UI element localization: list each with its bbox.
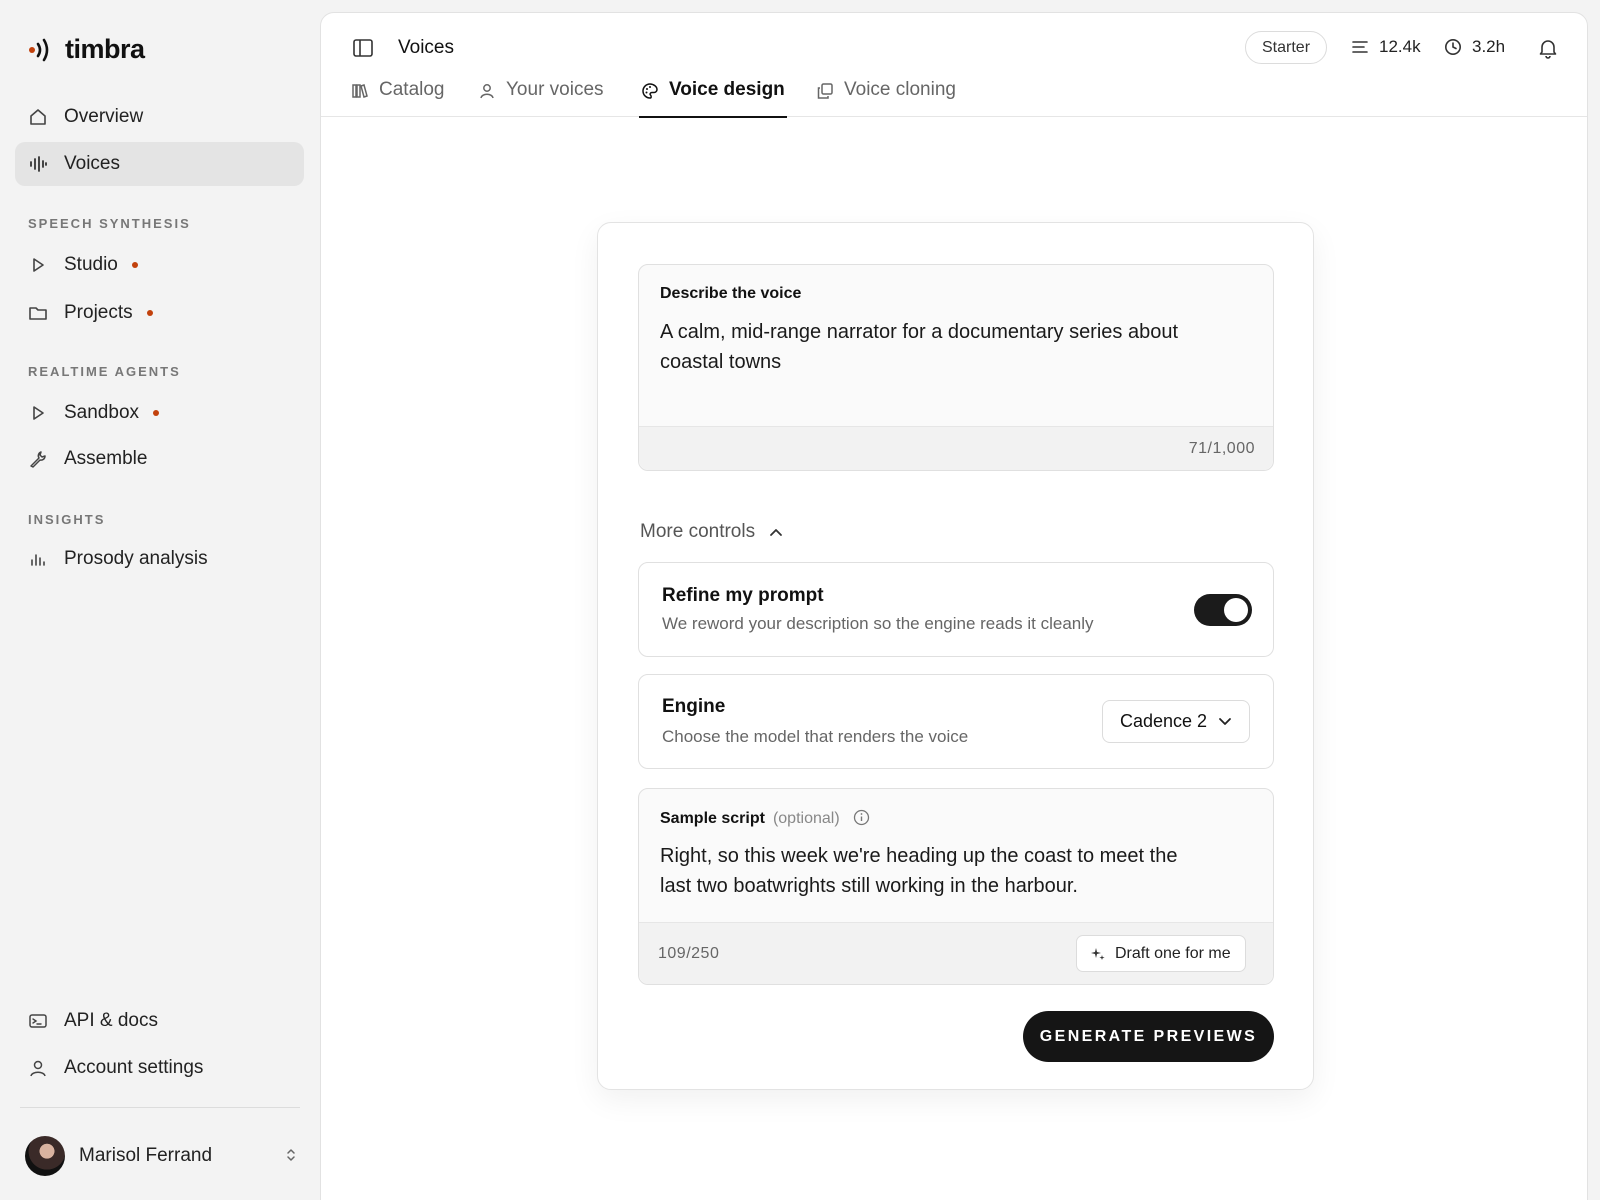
home-icon [28, 107, 48, 127]
user-name: Marisol Ferrand [79, 1145, 213, 1166]
user-icon [480, 84, 494, 99]
sidebar-item-assemble[interactable]: Assemble [15, 437, 304, 481]
optional-hint: (optional) [772, 810, 840, 827]
sidebar-item-label: Prosody analysis [64, 548, 208, 569]
sidebar-item-label: Voices [64, 153, 120, 174]
page-title: Voices [398, 37, 454, 58]
tab-label: Voice cloning [844, 79, 956, 100]
refine-prompt-title: Refine my prompt [662, 585, 824, 606]
more-controls-label: More controls [640, 521, 756, 542]
chevron-down-icon [1219, 717, 1231, 725]
sidebar-item-account-settings[interactable]: Account settings [15, 1046, 304, 1090]
library-icon [352, 84, 368, 98]
folder-icon [28, 303, 48, 323]
info-icon[interactable] [853, 809, 870, 826]
hours-value: 3.2h [1472, 37, 1506, 56]
new-dot-badge [153, 410, 160, 416]
sidebar-item-prosody-analysis[interactable]: Prosody analysis [15, 537, 304, 581]
describe-voice-label: Describe the voice [660, 285, 802, 302]
avatar [25, 1136, 65, 1176]
describe-voice-input[interactable]: A calm, mid-range narrator for a documen… [660, 317, 1213, 377]
sample-script-field: Sample script (optional) Right, so this w… [638, 788, 1274, 985]
engine-select[interactable]: Cadence 2 [1102, 700, 1250, 743]
main-panel: Voices Starter 12.4k 3.2h Catalog Your v… [320, 12, 1588, 1200]
sidebar-item-voices[interactable]: Voices [15, 142, 304, 186]
sidebar-item-label: Account settings [64, 1057, 204, 1078]
sidebar-item-label: Assemble [64, 448, 148, 469]
brand-logo-icon [29, 38, 49, 61]
describe-voice-footer: 71/1,000 [639, 426, 1273, 470]
refine-prompt-toggle[interactable] [1194, 594, 1252, 626]
brand-name: timbra [65, 34, 145, 64]
bar-chart-icon [28, 549, 48, 569]
engine-row: Engine Choose the model that renders the… [638, 674, 1274, 769]
hours-stat[interactable]: 3.2h [1444, 37, 1505, 57]
plan-badge[interactable]: Starter [1245, 31, 1328, 64]
characters-stat[interactable]: 12.4k [1351, 37, 1421, 57]
play-icon [28, 403, 48, 423]
describe-voice-field[interactable]: Describe the voice A calm, mid-range nar… [638, 264, 1274, 471]
app-window: timbra Overview Voices SPEECH SYNTHESIS … [0, 0, 1600, 1200]
brand[interactable]: timbra [27, 34, 145, 65]
sidebar-item-label: Studio [64, 254, 118, 275]
sample-script-input[interactable]: Right, so this week we're heading up the… [660, 841, 1213, 901]
section-label-insights: INSIGHTS [28, 512, 106, 527]
play-icon [28, 255, 48, 275]
draft-one-for-me-button[interactable]: Draft one for me [1076, 935, 1246, 972]
sidebar-item-projects[interactable]: Projects [15, 291, 304, 335]
user-menu[interactable]: Marisol Ferrand [25, 1136, 297, 1176]
refine-prompt-row: Refine my prompt We reword your descript… [638, 562, 1274, 657]
tab-your-voices[interactable]: Your voices [478, 77, 604, 118]
voice-design-card: Describe the voice A calm, mid-range nar… [597, 222, 1314, 1090]
generate-previews-button[interactable]: GENERATE PREVIEWS [1023, 1011, 1274, 1062]
tab-label: Your voices [506, 79, 604, 100]
sidebar-item-studio[interactable]: Studio [15, 243, 304, 287]
user-icon [28, 1058, 48, 1078]
toggle-knob [1224, 598, 1248, 622]
sidebar-item-label: API & docs [64, 1010, 158, 1031]
bell-icon[interactable] [1537, 37, 1559, 59]
tab-voice-design[interactable]: Voice design [639, 77, 787, 118]
sidebar-toggle-icon[interactable] [352, 37, 374, 59]
more-controls-toggle[interactable]: More controls [640, 521, 783, 543]
sidebar-item-sandbox[interactable]: Sandbox [15, 391, 304, 435]
copy-icon [817, 83, 833, 99]
characters-value: 12.4k [1379, 37, 1421, 56]
wrench-icon [28, 449, 48, 469]
sidebar-item-label: Sandbox [64, 402, 140, 423]
text-lines-icon [1352, 41, 1368, 53]
tab-catalog[interactable]: Catalog [351, 77, 445, 118]
sample-script-footer: 109/250 Draft one for me [639, 922, 1273, 984]
section-label-speech-synthesis: SPEECH SYNTHESIS [28, 216, 191, 231]
sidebar-item-overview[interactable]: Overview [15, 95, 304, 139]
palette-icon [642, 83, 658, 99]
engine-title: Engine [662, 696, 726, 717]
sidebar-item-label: Projects [64, 302, 133, 323]
sample-char-counter: 109/250 [658, 945, 720, 962]
sidebar-item-api-docs[interactable]: API & docs [15, 999, 304, 1043]
new-dot-badge [131, 262, 138, 268]
describe-char-counter: 71/1,000 [1188, 440, 1255, 457]
section-label-realtime-agents: REALTIME AGENTS [28, 364, 181, 379]
chevron-up-down-icon [285, 1147, 297, 1166]
new-dot-badge [146, 310, 153, 316]
engine-selected-value: Cadence 2 [1120, 711, 1208, 731]
terminal-icon [28, 1011, 48, 1031]
sidebar: timbra Overview Voices SPEECH SYNTHESIS … [0, 0, 320, 1200]
tab-label: Voice design [669, 79, 785, 100]
sidebar-divider [20, 1107, 300, 1108]
chevron-up-icon [770, 529, 783, 536]
sample-script-label: Sample script [660, 810, 765, 827]
engine-description: Choose the model that renders the voice [662, 727, 969, 746]
tab-voice-cloning[interactable]: Voice cloning [816, 77, 956, 118]
waveform-icon [28, 154, 48, 174]
refine-prompt-description: We reword your description so the engine… [662, 614, 1094, 633]
clock-icon [1445, 39, 1461, 55]
tab-label: Catalog [379, 79, 445, 100]
sidebar-item-label: Overview [64, 106, 144, 127]
draft-button-label: Draft one for me [1115, 944, 1231, 962]
top-bar: Voices Starter 12.4k 3.2h Catalog Your v… [321, 13, 1587, 118]
sample-script-label-row: Sample script (optional) [660, 809, 870, 828]
sparkle-icon [1091, 947, 1105, 960]
